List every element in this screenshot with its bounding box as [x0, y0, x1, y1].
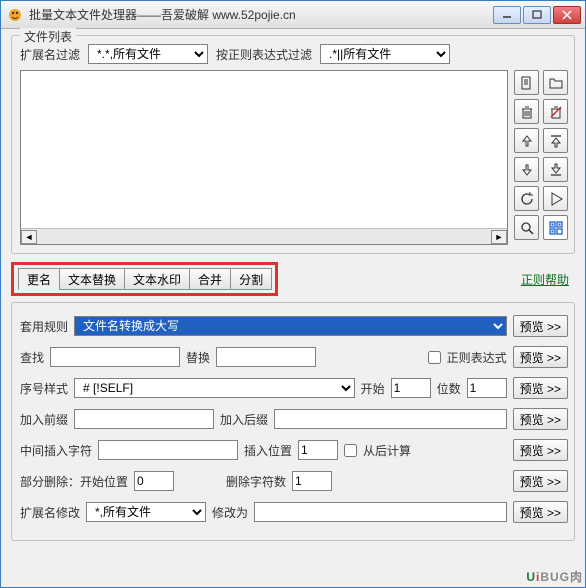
- down-icon[interactable]: [514, 157, 539, 182]
- tab-merge[interactable]: 合并: [189, 268, 231, 290]
- tab-split[interactable]: 分割: [230, 268, 272, 290]
- file-listbox[interactable]: ◄ ►: [20, 70, 508, 245]
- scroll-left-arrow[interactable]: ◄: [21, 230, 37, 244]
- prefix-label: 加入前缀: [20, 411, 68, 428]
- delete-icon[interactable]: [514, 99, 539, 124]
- del-count-input[interactable]: [292, 471, 332, 491]
- modify-to-input[interactable]: [254, 502, 507, 522]
- ext-filter-combo[interactable]: *.*,所有文件: [88, 44, 208, 64]
- digits-label: 位数: [437, 380, 461, 397]
- seq-style-combo[interactable]: # [!SELF]: [74, 378, 355, 398]
- insert-input[interactable]: [98, 440, 238, 460]
- from-end-label: 从后计算: [363, 442, 411, 459]
- regex-filter-combo[interactable]: .*||所有文件: [320, 44, 450, 64]
- start-input[interactable]: [391, 378, 431, 398]
- regex-filter-label: 按正则表达式过滤: [216, 46, 312, 63]
- tabs-row: 更名 文本替换 文本水印 合并 分割 正则帮助: [11, 262, 575, 296]
- rename-form-group: 套用规则 文件名转换成大写 预览 >> 查找 替换 正则表达式 预览 >> 序号…: [11, 302, 575, 541]
- regex-chk-label: 正则表达式: [447, 349, 507, 366]
- insert-pos-label: 插入位置: [244, 442, 292, 459]
- clear-icon[interactable]: [543, 99, 568, 124]
- find-input[interactable]: [50, 347, 180, 367]
- qr-icon[interactable]: [543, 215, 568, 240]
- tab-watermark[interactable]: 文本水印: [124, 268, 190, 290]
- suffix-input[interactable]: [274, 409, 507, 429]
- close-button[interactable]: [553, 6, 581, 24]
- add-folder-icon[interactable]: [543, 70, 568, 95]
- preview-find-button[interactable]: 预览 >>: [513, 346, 568, 368]
- up-icon[interactable]: [514, 128, 539, 153]
- top-icon[interactable]: [543, 128, 568, 153]
- ext-filter-label: 扩展名过滤: [20, 46, 80, 63]
- add-file-icon[interactable]: [514, 70, 539, 95]
- rule-label: 套用规则: [20, 318, 68, 335]
- preview-ext-button[interactable]: 预览 >>: [513, 501, 568, 523]
- rule-combo[interactable]: 文件名转换成大写: [74, 316, 507, 336]
- preview-insert-button[interactable]: 预览 >>: [513, 439, 568, 461]
- tab-rename[interactable]: 更名: [18, 268, 60, 290]
- partial-del-label: 部分删除：开始位置: [20, 473, 128, 490]
- seq-style-label: 序号样式: [20, 380, 68, 397]
- preview-seq-button[interactable]: 预览 >>: [513, 377, 568, 399]
- regex-checkbox[interactable]: [428, 351, 441, 364]
- preview-rule-button[interactable]: 预览 >>: [513, 315, 568, 337]
- replace-input[interactable]: [216, 347, 316, 367]
- tab-text-replace[interactable]: 文本替换: [59, 268, 125, 290]
- digits-input[interactable]: [467, 378, 507, 398]
- tabs-highlight: 更名 文本替换 文本水印 合并 分割: [11, 262, 278, 296]
- bottom-icon[interactable]: [543, 157, 568, 182]
- scroll-right-arrow[interactable]: ►: [491, 230, 507, 244]
- prefix-input[interactable]: [74, 409, 214, 429]
- app-icon: [7, 7, 23, 23]
- toolbar-icons: [514, 70, 568, 245]
- refresh-icon[interactable]: [514, 186, 539, 211]
- minimize-button[interactable]: [493, 6, 521, 24]
- run-icon[interactable]: [543, 186, 568, 211]
- titlebar: 批量文本文件处理器——吾爱破解 www.52pojie.cn: [1, 1, 585, 29]
- app-window: 批量文本文件处理器——吾爱破解 www.52pojie.cn 文件列表 扩展名过…: [0, 0, 586, 588]
- file-list-group: 文件列表 扩展名过滤 *.*,所有文件 按正则表达式过滤 .*||所有文件 ◄: [11, 35, 575, 254]
- start-label: 开始: [361, 380, 385, 397]
- from-end-checkbox[interactable]: [344, 444, 357, 457]
- find-label: 查找: [20, 349, 44, 366]
- preview-prefix-button[interactable]: 预览 >>: [513, 408, 568, 430]
- regex-help-link[interactable]: 正则帮助: [521, 271, 569, 288]
- del-start-input[interactable]: [134, 471, 174, 491]
- insert-label: 中间插入字符: [20, 442, 92, 459]
- modify-to-label: 修改为: [212, 504, 248, 521]
- ext-modify-combo[interactable]: *,所有文件: [86, 502, 206, 522]
- group-title-file-list: 文件列表: [20, 28, 76, 45]
- preview-del-button[interactable]: 预览 >>: [513, 470, 568, 492]
- window-title: 批量文本文件处理器——吾爱破解 www.52pojie.cn: [29, 6, 493, 23]
- del-count-label: 删除字符数: [226, 473, 286, 490]
- listbox-hscroll[interactable]: ◄ ►: [21, 228, 507, 244]
- maximize-button[interactable]: [523, 6, 551, 24]
- watermark: UiBUG肉: [526, 568, 583, 585]
- replace-label: 替换: [186, 349, 210, 366]
- suffix-label: 加入后缀: [220, 411, 268, 428]
- search-icon[interactable]: [514, 215, 539, 240]
- insert-pos-input[interactable]: [298, 440, 338, 460]
- ext-modify-label: 扩展名修改: [20, 504, 80, 521]
